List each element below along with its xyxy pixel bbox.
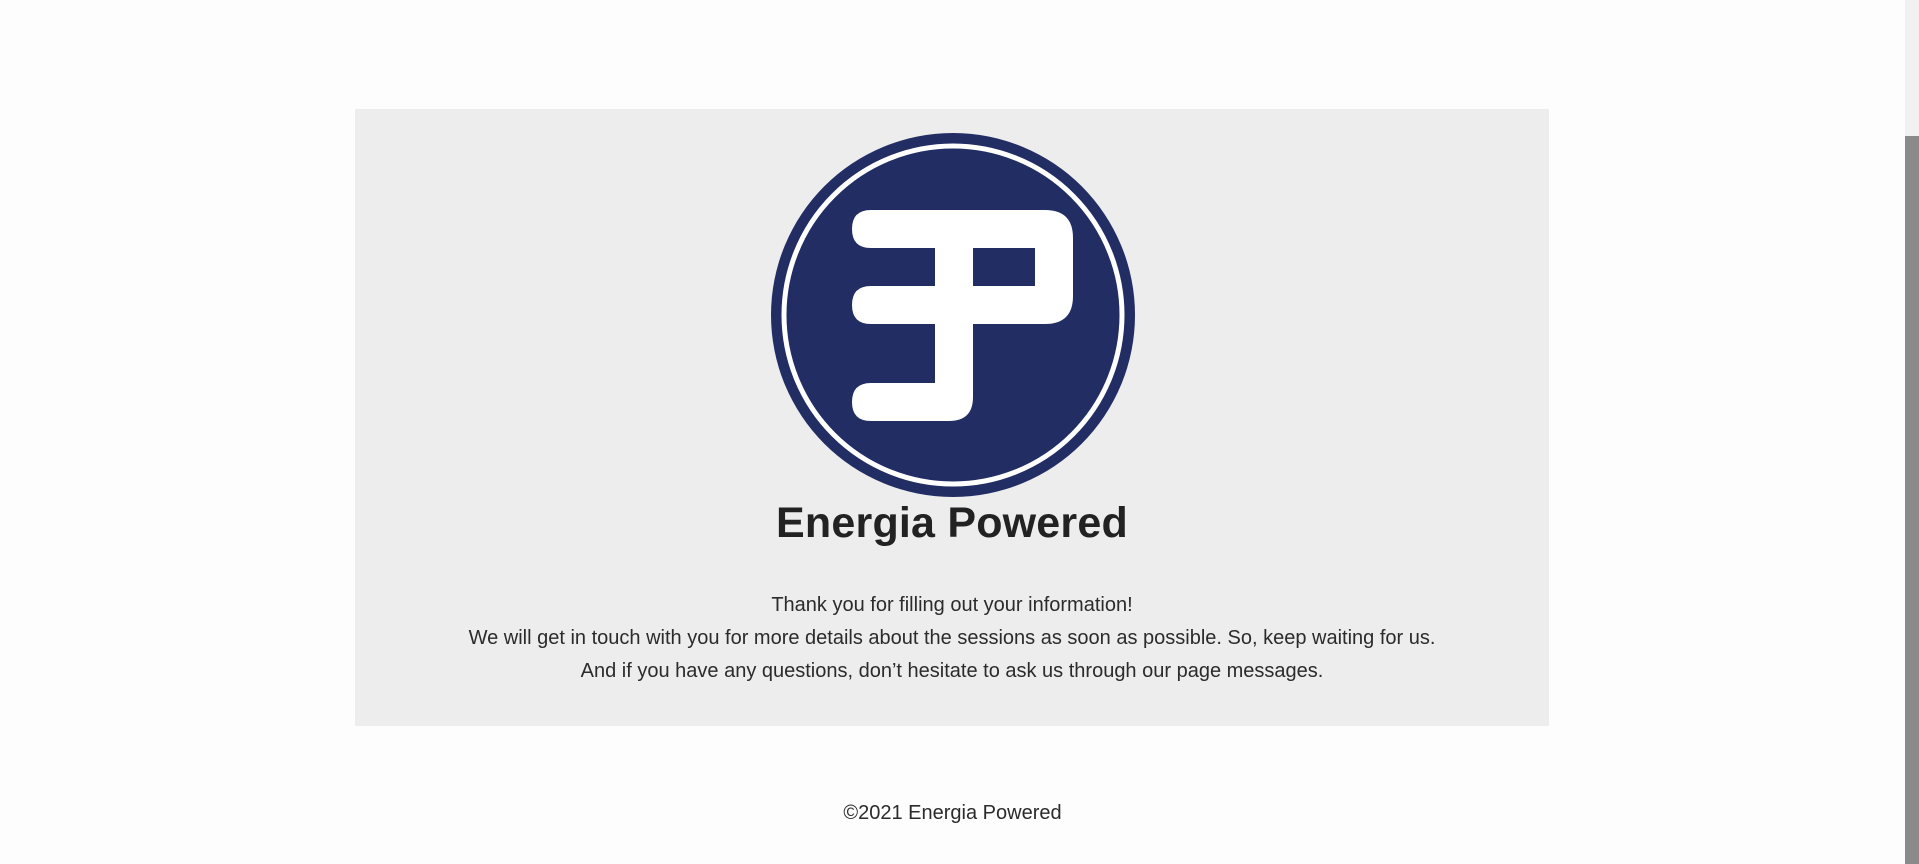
- message-line-thanks: Thank you for filling out your informati…: [771, 594, 1133, 616]
- scrollbar-thumb[interactable]: [1905, 136, 1919, 864]
- vertical-scrollbar[interactable]: [1905, 0, 1919, 864]
- energia-powered-logo-icon: [771, 133, 1135, 497]
- confirmation-card: Energia Powered Thank you for filling ou…: [355, 109, 1549, 726]
- footer-copyright: ©2021 Energia Powered: [843, 802, 1062, 824]
- page: Energia Powered Thank you for filling ou…: [0, 0, 1919, 864]
- confirmation-message: Thank you for filling out your informati…: [355, 589, 1549, 688]
- message-line-followup: We will get in touch with you for more d…: [468, 627, 1436, 649]
- page-title: Energia Powered: [776, 499, 1128, 547]
- message-line-questions: And if you have any questions, don’t hes…: [580, 660, 1324, 682]
